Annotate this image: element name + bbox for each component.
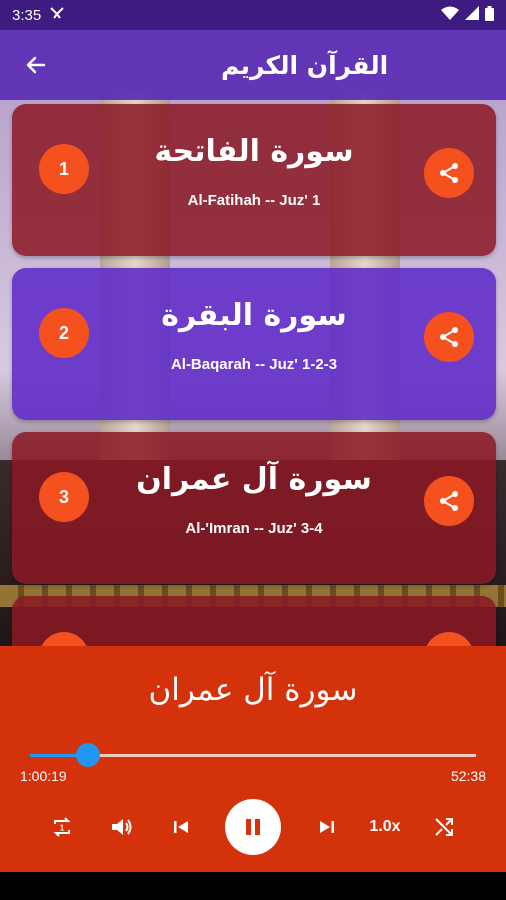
share-icon[interactable] <box>424 148 474 198</box>
player-controls: 1 1.0x <box>0 799 506 855</box>
surah-number-badge: 1 <box>39 144 89 194</box>
play-pause-button[interactable] <box>225 799 281 855</box>
status-time: 3:35 <box>12 6 42 24</box>
app-bar: القرآن الكريم <box>0 30 506 100</box>
notification-icon <box>49 6 65 24</box>
surah-card-3[interactable]: 3 سورة آل عمران Al-'Imran -- Juz' 3-4 <box>12 432 496 584</box>
share-icon[interactable] <box>424 312 474 362</box>
skip-previous-icon[interactable] <box>168 800 194 854</box>
surah-english-name: Al-Fatihah -- Juz' 1 <box>187 192 321 209</box>
arrow-back-icon[interactable] <box>16 45 56 85</box>
surah-arabic-name: سورة آل عمران <box>136 462 372 497</box>
surah-number-badge: 2 <box>39 308 89 358</box>
seek-bar[interactable] <box>30 743 476 767</box>
surah-card-1[interactable]: 1 سورة الفاتحة Al-Fatihah -- Juz' 1 <box>12 104 496 256</box>
system-navigation-bar <box>0 872 506 900</box>
surah-card-2[interactable]: 2 سورة البقرة Al-Baqarah -- Juz' 1-2-3 <box>12 268 496 420</box>
pause-icon[interactable] <box>225 799 281 855</box>
skip-next-icon[interactable] <box>314 800 340 854</box>
signal-icon <box>465 6 479 24</box>
total-time: 52:38 <box>450 768 486 784</box>
surah-arabic-name: سورة الفاتحة <box>154 134 354 169</box>
surah-arabic-name: سورة البقرة <box>161 298 347 333</box>
repeat-one-icon[interactable]: 1 <box>48 800 76 854</box>
surah-english-name: Al-Baqarah -- Juz' 1-2-3 <box>170 356 338 373</box>
volume-icon[interactable] <box>108 800 136 854</box>
svg-text:1: 1 <box>60 824 65 833</box>
playback-speed-button[interactable]: 1.0x <box>364 800 406 854</box>
shuffle-icon[interactable] <box>430 800 458 854</box>
seek-bar-thumb[interactable] <box>75 743 100 767</box>
battery-icon <box>485 5 494 25</box>
page-title: القرآن الكريم <box>221 50 389 80</box>
surah-english-name: Al-'Imran -- Juz' 3-4 <box>185 520 323 537</box>
current-time: 1:00:19 <box>20 768 67 784</box>
share-icon[interactable] <box>424 476 474 526</box>
surah-number-badge: 3 <box>39 472 89 522</box>
status-bar: 3:35 <box>0 0 506 30</box>
audio-player: سورة آل عمران 1:00:19 52:38 1 1.0x <box>0 646 506 872</box>
wifi-icon <box>441 6 459 24</box>
now-playing-title: سورة آل عمران <box>148 672 358 708</box>
